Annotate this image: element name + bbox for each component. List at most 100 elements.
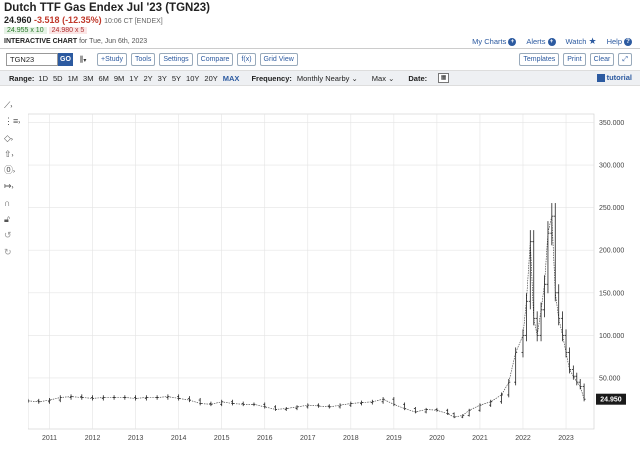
chart-label-title: INTERACTIVE CHART [4, 38, 78, 45]
fib-tool[interactable]: ⋮≡› [4, 113, 26, 129]
range-option-max[interactable]: MAX [223, 74, 240, 83]
diamond-icon: ◇ [4, 132, 11, 143]
frequency-dropdown[interactable]: Monthly Nearby ⌄ [297, 74, 358, 83]
clear-button[interactable]: Clear [589, 53, 615, 66]
x-tick-label: 2018 [343, 435, 359, 442]
ask-value: 24.980 x 5 [48, 27, 88, 34]
tools-button[interactable]: Tools [131, 53, 156, 66]
y-axis: 50.000 100.000 150.000 200.000 250.000 300.00… [599, 120, 624, 382]
range-option-6m[interactable]: 6M [98, 74, 108, 83]
text-icon: ⓪ [4, 165, 14, 176]
tutorial-link[interactable]: tutorial [596, 73, 632, 82]
x-tick-label: 2014 [171, 435, 187, 442]
magnet-tool[interactable]: ∩ [4, 195, 26, 211]
x-tick-label: 2011 [42, 435, 57, 442]
alerts-link[interactable]: Alerts + [526, 36, 556, 47]
symbol-input[interactable] [6, 53, 58, 66]
chevron-right-icon: › [10, 104, 13, 110]
range-label: Range: [9, 73, 35, 83]
settings-button[interactable]: Settings [159, 53, 193, 66]
go-button[interactable]: GO [58, 53, 73, 66]
price-change: -3.518 (-12.35%) [34, 15, 102, 25]
undo-tool[interactable]: ↺ [4, 227, 26, 243]
arrow-tool[interactable]: ⇧› [4, 146, 26, 162]
quote-time: 10:06 CT [ENDEX] [104, 18, 163, 25]
range-option-5d[interactable]: 5D [53, 74, 63, 83]
chevron-right-icon: › [18, 120, 21, 127]
x-tick-label: 2016 [257, 435, 273, 442]
x-tick-label: 2022 [515, 435, 531, 442]
range-option-5y[interactable]: 5Y [172, 74, 181, 83]
date-label: Date: [408, 73, 428, 83]
page-title: Dutch TTF Gas Endex Jul '23 (TGN23) [4, 2, 210, 14]
watch-link[interactable]: Watch ★ [566, 36, 597, 47]
study-button[interactable]: +Study [97, 53, 127, 66]
my-charts-link[interactable]: My Charts + [472, 36, 517, 47]
x-tick-label: 2013 [128, 435, 144, 442]
plus-icon: + [547, 37, 556, 46]
frequency-label: Frequency: [251, 73, 292, 83]
top-links: My Charts + Alerts + Watch ★ Help ? [472, 36, 632, 47]
fib-icon: ⋮≡ [4, 116, 19, 127]
chevron-right-icon: › [10, 136, 13, 143]
line-tool[interactable]: ⟋› [4, 97, 26, 113]
shape-tool[interactable]: ◇› [4, 130, 26, 146]
price-line [28, 216, 585, 418]
range-option-10y[interactable]: 10Y [186, 74, 199, 83]
chevron-right-icon: › [13, 169, 16, 176]
max-dropdown[interactable]: Max ⌄ [372, 74, 395, 83]
price-series [28, 203, 586, 419]
chevron-right-icon: › [11, 152, 14, 159]
range-option-1d[interactable]: 1D [38, 74, 48, 83]
right-toolbar: Templates Print Clear ⤢ [519, 53, 632, 66]
tutorial-icon [596, 73, 605, 82]
grid-view-button[interactable]: Grid View [259, 53, 298, 66]
measure-tool[interactable]: ↦› [4, 178, 26, 194]
help-link[interactable]: Help ? [607, 36, 632, 47]
y-tick-label: 150.000 [599, 290, 624, 297]
range-option-1m[interactable]: 1M [68, 74, 78, 83]
arrow-up-icon: ⇧ [4, 148, 12, 159]
compare-button[interactable]: Compare [196, 53, 234, 66]
range-option-2y[interactable]: 2Y [143, 74, 152, 83]
x-tick-label: 2020 [429, 435, 445, 442]
price-chart[interactable]: 50.000 100.000 150.000 200.000 250.000 300.00… [28, 110, 632, 446]
frequency-value: Monthly Nearby [296, 73, 350, 83]
chart-toolbar: GO ⫼▾ +Study Tools Settings Compare f(x)… [6, 53, 298, 66]
chart-type-dropdown[interactable]: ⫼▾ [73, 53, 93, 66]
x-tick-label: 2017 [300, 435, 316, 442]
calendar-icon[interactable]: ▦ [438, 73, 450, 83]
x-tick-label: 2023 [558, 435, 574, 442]
chart-label: INTERACTIVE CHART for Tue, Jun 6th, 2023 [4, 38, 147, 45]
redo-icon: ↻ [4, 246, 12, 257]
fx-button[interactable]: f(x) [237, 53, 256, 66]
tutorial-label: tutorial [606, 73, 632, 82]
lock-tool[interactable]: 🔓︎ [4, 211, 26, 227]
range-option-3y[interactable]: 3Y [158, 74, 167, 83]
plus-icon: + [508, 37, 517, 46]
x-tick-label: 2015 [214, 435, 230, 442]
templates-button[interactable]: Templates [519, 53, 560, 66]
divider [0, 48, 640, 49]
price-tag-label: 24.950 [600, 397, 622, 404]
text-tool[interactable]: ⓪› [4, 162, 26, 178]
range-options: 1D 5D 1M 3M 6M 9M 1Y 2Y 3Y 5Y 10Y 20Y MAX [38, 74, 244, 83]
watch-label: Watch [565, 37, 587, 46]
measure-icon: ↦ [4, 181, 12, 192]
chevron-down-icon: ⌄ [351, 73, 358, 83]
print-button[interactable]: Print [563, 53, 586, 66]
chart-date: for Tue, Jun 6th, 2023 [79, 38, 148, 45]
y-tick-label: 100.000 [599, 333, 624, 340]
quote-line: 24.960 -3.518 (-12.35%) 10:06 CT [ENDEX] [4, 15, 210, 25]
range-option-9m[interactable]: 9M [114, 74, 124, 83]
y-tick-label: 350.000 [599, 120, 624, 127]
help-label: Help [606, 37, 622, 46]
last-price: 24.960 [4, 15, 32, 25]
redo-tool[interactable]: ↻ [4, 244, 26, 260]
y-tick-label: 200.000 [599, 248, 624, 255]
range-option-3m[interactable]: 3M [83, 74, 93, 83]
expand-button[interactable]: ⤢ [618, 53, 632, 66]
bid-ask: 24.955 x 10 24.980 x 5 [4, 27, 88, 34]
range-option-1y[interactable]: 1Y [129, 74, 138, 83]
range-option-20y[interactable]: 20Y [204, 74, 217, 83]
